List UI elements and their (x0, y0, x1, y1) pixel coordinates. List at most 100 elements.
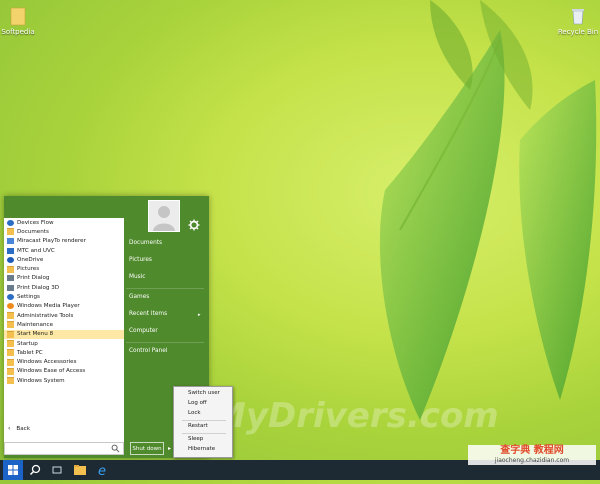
program-item[interactable]: Windows System (4, 376, 124, 385)
program-item[interactable]: OneDrive (4, 255, 124, 264)
program-item[interactable]: MTC and UVC (4, 246, 124, 255)
program-label: Devices Flow (17, 219, 54, 226)
printer-icon (7, 275, 14, 282)
task-view-button[interactable] (49, 462, 65, 478)
right-link-games[interactable]: Games (129, 294, 149, 300)
gear-app-icon (7, 294, 14, 301)
program-label: Miracast PlayTo renderer (17, 238, 86, 245)
desktop-icon-softpedia[interactable]: Softpedia (0, 6, 50, 37)
program-label: Startup (17, 340, 38, 347)
menu-item-hibernate[interactable]: Hibernate (188, 446, 215, 452)
program-item[interactable]: Windows Media Player (4, 302, 124, 311)
printer-icon (7, 284, 14, 291)
right-link-pictures[interactable]: Pictures (129, 257, 152, 263)
user-icon (153, 206, 175, 231)
program-item[interactable]: Documents (4, 227, 124, 236)
site-watermark: 查字典 教程网 jiaocheng.chazidian.com (468, 445, 596, 465)
program-label: Print Dialog 3D (17, 284, 60, 291)
chevron-left-icon: ‹ (8, 425, 11, 432)
start-button[interactable] (3, 460, 23, 480)
folder-icon (7, 330, 14, 338)
right-divider (126, 288, 204, 289)
program-item[interactable]: Windows Ease of Access (4, 367, 124, 376)
program-label: Administrative Tools (17, 312, 74, 319)
program-item[interactable]: Pictures (4, 264, 124, 273)
program-label: MTC and UVC (17, 247, 55, 254)
user-avatar[interactable] (148, 200, 180, 232)
search-icon (29, 464, 41, 476)
right-link-music[interactable]: Music (129, 274, 146, 280)
internet-explorer-button[interactable]: e (95, 462, 111, 479)
back-label: Back (16, 425, 30, 432)
folder-icon (7, 340, 14, 347)
program-label: Windows Media Player (17, 303, 80, 310)
menu-item-restart[interactable]: Restart (188, 423, 208, 429)
program-label: Start Menu 8 (17, 331, 54, 338)
program-item[interactable]: Settings (4, 292, 124, 301)
window-icon (7, 238, 14, 245)
task-view-icon (52, 466, 62, 474)
program-item[interactable]: Windows Accessories (4, 357, 124, 366)
program-label: Windows System (17, 377, 65, 384)
site-watermark-url: jiaocheng.chazidian.com (494, 457, 570, 464)
back-button[interactable]: ‹ Back (4, 424, 124, 433)
taskbar-search-button[interactable] (27, 462, 43, 478)
program-item[interactable]: Administrative Tools (4, 311, 124, 320)
desktop-icon-label: Recycle Bin (557, 28, 599, 36)
svg-text:e: e (98, 464, 106, 478)
leaf-frond (379, 30, 505, 420)
menu-divider (182, 420, 226, 421)
folder-icon (9, 6, 27, 26)
search-icon[interactable] (111, 444, 120, 453)
menu-item-lock[interactable]: Lock (188, 410, 201, 416)
menu-item-log-off[interactable]: Log off (188, 400, 207, 406)
folder-icon (7, 265, 14, 273)
program-label: Print Dialog (17, 275, 50, 282)
chevron-right-icon: ▸ (198, 312, 201, 318)
program-item[interactable]: Print Dialog (4, 274, 124, 283)
right-divider (126, 342, 204, 343)
chevron-right-icon: ▸ (167, 445, 171, 452)
windows-start-icon (8, 465, 18, 475)
media-player-icon (7, 303, 14, 310)
program-label: Maintenance (17, 321, 54, 328)
menu-item-switch-user[interactable]: Switch user (188, 390, 220, 396)
recycle-bin-icon (569, 6, 587, 26)
program-item[interactable]: Print Dialog 3D (4, 283, 124, 292)
search-box[interactable] (4, 442, 124, 462)
program-label: Documents (17, 228, 49, 235)
folder-icon (7, 228, 14, 236)
right-link-computer[interactable]: Computer (129, 328, 158, 334)
program-item[interactable]: Miracast PlayTo renderer (4, 237, 124, 246)
folder-icon (7, 321, 14, 329)
cloud-icon (7, 256, 14, 263)
desktop-icon-label: Softpedia (1, 28, 35, 36)
power-options-menu: Switch user Log off Lock Restart Sleep H… (173, 386, 233, 458)
program-label: Tablet PC (17, 349, 43, 356)
program-item[interactable]: Maintenance (4, 320, 124, 329)
folder-icon (7, 358, 14, 366)
leaf-frond-2 (519, 80, 597, 400)
menu-item-sleep[interactable]: Sleep (188, 436, 203, 442)
folder-icon (7, 349, 14, 357)
site-watermark-title: 查字典 教程网 (500, 445, 564, 456)
right-link-control-panel[interactable]: Control Panel (129, 348, 167, 354)
file-explorer-button[interactable] (72, 462, 88, 478)
programs-list: Devices Flow Documents Miracast PlayTo ren… (4, 218, 124, 385)
gear-app-icon (7, 219, 14, 226)
gear-icon[interactable] (188, 219, 200, 231)
program-item[interactable]: Tablet PC (4, 348, 124, 357)
folder-icon (7, 312, 14, 320)
right-link-recent-items[interactable]: Recent Items (129, 311, 167, 317)
program-label: Settings (17, 294, 40, 301)
program-label: OneDrive (17, 256, 44, 263)
desktop-icon-recycle-bin[interactable]: Recycle Bin (546, 6, 600, 37)
shutdown-button[interactable]: Shut down (130, 442, 164, 455)
program-item[interactable]: Startup (4, 339, 124, 348)
program-item[interactable]: Devices Flow (4, 218, 124, 227)
right-link-documents[interactable]: Documents (129, 240, 162, 246)
program-label: Windows Ease of Access (17, 368, 86, 375)
program-item[interactable]: Start Menu 8 (4, 329, 124, 339)
programs-pane: Devices Flow Documents Miracast PlayTo ren… (4, 218, 124, 446)
music-icon (7, 247, 14, 254)
